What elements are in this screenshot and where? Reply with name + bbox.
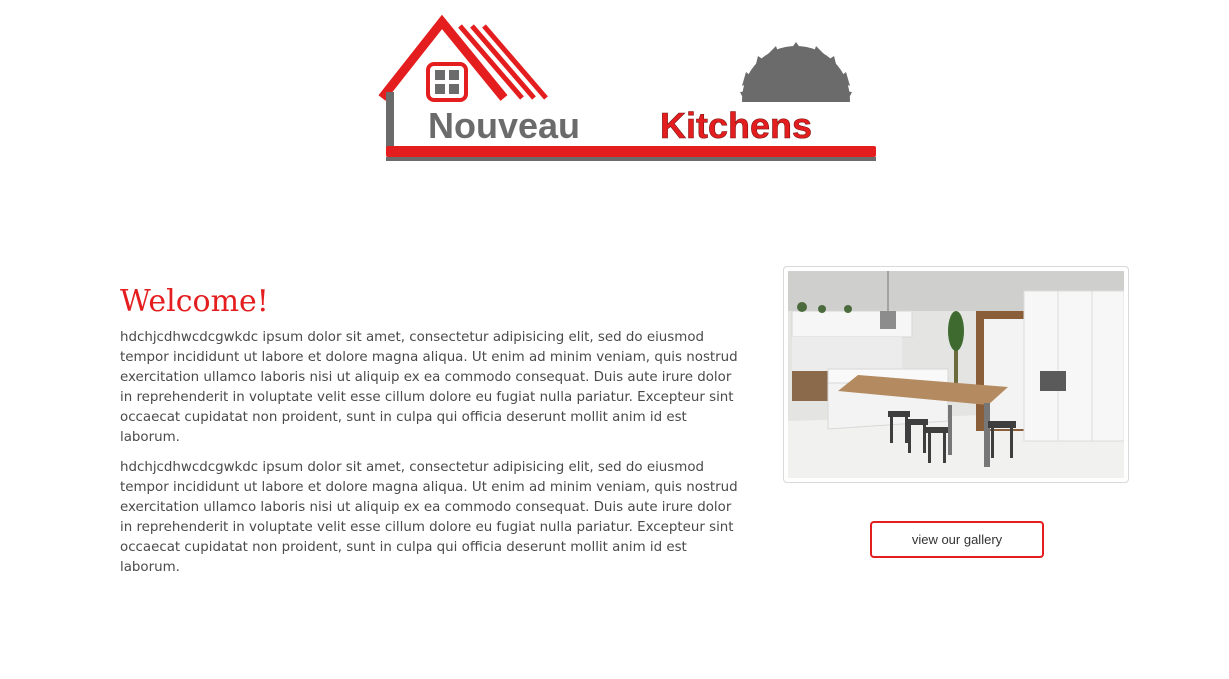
kitchen-photo xyxy=(788,271,1124,478)
welcome-paragraph: hdchjcdhwcdcgwkdc ipsum dolor sit amet, … xyxy=(120,460,738,575)
welcome-heading: Welcome! xyxy=(120,284,269,319)
logo-word-kitchens: Kitchens xyxy=(660,105,812,146)
logo-word-nouveau: Nouveau xyxy=(428,105,580,146)
welcome-section: Welcome! hdchjcdhwcdcgwkdc ipsum dolor s… xyxy=(120,282,744,588)
page: Nouveau Kitchens Welcome! hdchjcdhwcdcgw… xyxy=(0,0,1229,679)
kitchen-photo-frame xyxy=(783,266,1129,483)
welcome-paragraph: hdchjcdhwcdcgwkdc ipsum dolor sit amet, … xyxy=(120,330,738,445)
view-gallery-button[interactable]: view our gallery xyxy=(870,521,1044,558)
brand-logo[interactable]: Nouveau Kitchens xyxy=(376,12,880,164)
